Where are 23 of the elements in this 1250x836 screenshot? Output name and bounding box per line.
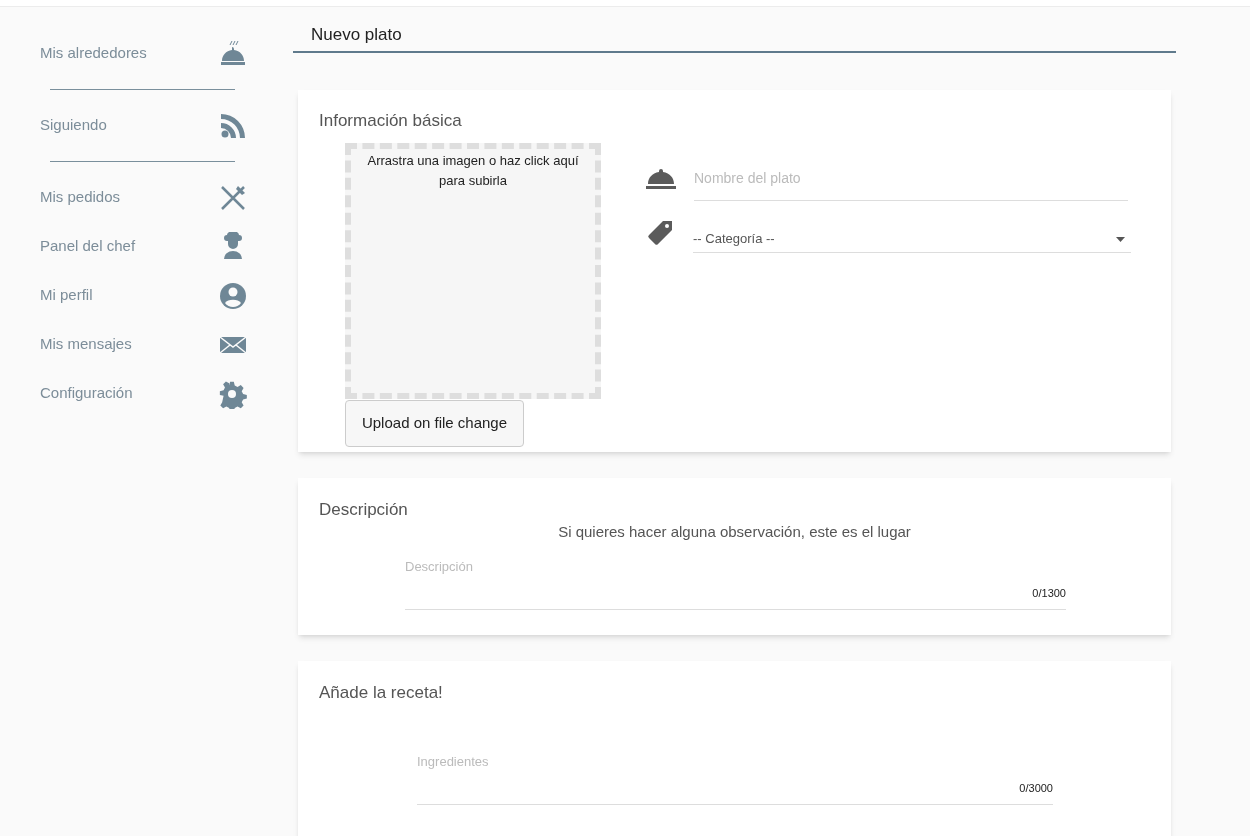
card-title: Información básica (319, 110, 463, 132)
card-title: Descripción (319, 499, 409, 521)
sidebar-item[interactable]: Configuración (40, 382, 133, 405)
sidebar-item[interactable]: Mis alrededores (40, 42, 147, 65)
upload-button[interactable]: Upload on file change (345, 399, 524, 447)
char-counter: 0/1300 (1032, 586, 1066, 601)
category-select[interactable]: -- Categoría -- (693, 226, 1131, 253)
caret-icon (1116, 236, 1125, 242)
sidebar-item[interactable]: Mis mensajes (40, 333, 132, 356)
card-title: Añade la receta! (319, 682, 444, 704)
page-title: Nuevo plato (311, 23, 402, 46)
sidebar-item[interactable]: Mi perfil (40, 284, 93, 307)
ingredients-field[interactable]: Ingredientes (417, 751, 1053, 780)
cloche-icon (645, 166, 677, 191)
name-field[interactable]: Nombre del plato (694, 156, 1128, 201)
user-icon (218, 280, 248, 311)
sidebar-item[interactable]: Panel del chef (40, 235, 136, 258)
image-dropzone[interactable]: Arrastra una imagen o haz click aquí para subirla (345, 142, 601, 399)
char-counter: 0/3000 (1019, 780, 1053, 796)
sidebar-item[interactable]: Mis pedidos (40, 186, 121, 209)
sidebar-item[interactable]: Siguiendo (40, 114, 107, 137)
description-field[interactable]: Descripción (405, 557, 1066, 585)
description-hint: Si quieres hacer alguna observación, este es el lugar (558, 521, 911, 542)
